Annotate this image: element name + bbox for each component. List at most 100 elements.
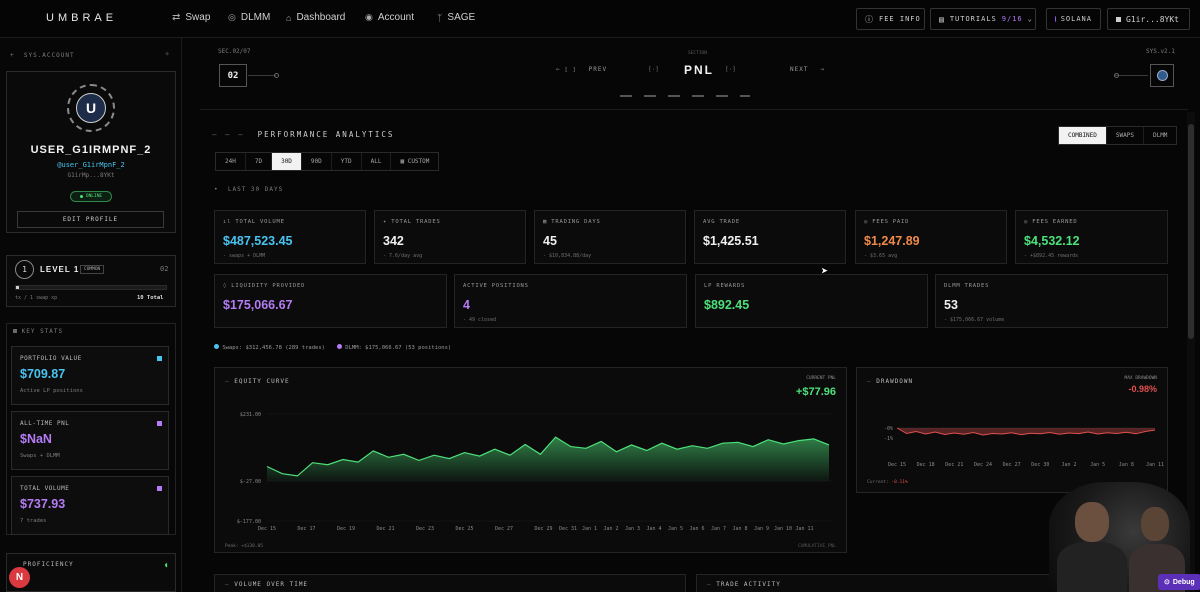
prev-button[interactable]: ⇐[ ] PREV: [556, 66, 607, 73]
notification-avatar[interactable]: N: [9, 567, 30, 588]
kpi-value: 45: [543, 234, 557, 248]
drawdown-chart-svg[interactable]: -0% -1% Dec 15 Dec 18 Dec 21 Dec 24 Dec 27 Dec …: [857, 368, 1169, 494]
mode-dlmm-tab[interactable]: DLMM: [1144, 127, 1176, 144]
system-badge[interactable]: [1150, 64, 1174, 87]
network-label: SOLANA: [1060, 15, 1092, 23]
nav-swap-label: Swap: [185, 12, 211, 23]
kpi-sub-text: $175,066.67 volume: [950, 317, 1005, 323]
x-tick-label: Dec 21: [945, 462, 963, 468]
network-button[interactable]: SOLANA: [1046, 8, 1101, 30]
range-all[interactable]: ALL: [362, 153, 392, 170]
tutorials-button[interactable]: ▤ TUTORIALS 9/16 ⌄: [930, 8, 1036, 30]
kpi-lp-rewards: LP REWARDS $892.45: [695, 274, 928, 328]
fee-info-label: FEE INFO: [879, 15, 921, 23]
stat-indicator: [157, 356, 162, 361]
scrollbar-thumb[interactable]: [1188, 124, 1194, 339]
user-handle[interactable]: @user_G1irMpnF_2: [7, 161, 175, 169]
x-tick-label: Jan 11: [795, 526, 813, 532]
x-tick-label: Dec 15: [258, 526, 276, 532]
kpi-liquidity-provided: ◊ LIQUIDITY PROVIDED $175,066.67: [214, 274, 447, 328]
proficiency-section[interactable]: PROFICIENCY ◖: [6, 553, 176, 592]
kpi-value: $175,066.67: [223, 298, 293, 312]
debug-label: Debug: [1172, 578, 1195, 586]
mode-combined-tab[interactable]: COMBINED: [1059, 127, 1107, 144]
section-code: SEC.02/07: [218, 48, 251, 55]
range-ytd[interactable]: YTD: [332, 153, 362, 170]
level-right: 02: [160, 265, 169, 273]
coin-icon: ◎: [1024, 219, 1029, 225]
range-24h[interactable]: 24H: [216, 153, 246, 170]
nav-sage[interactable]: ᛉ SAGE: [437, 12, 475, 23]
nav-swap[interactable]: ⇄ Swap: [172, 12, 210, 23]
x-tick-label: Jan 7: [711, 526, 726, 532]
kpi-label: LIQUIDITY PROVIDED: [231, 283, 306, 289]
nav-dlmm[interactable]: ◎ DLMM: [228, 12, 270, 23]
app-logo[interactable]: UMBRAE: [46, 12, 117, 24]
xp-total: 10 Total: [137, 295, 164, 301]
period-label: LAST 30 DAYS: [227, 186, 284, 193]
nav-account[interactable]: ◉ Account: [365, 12, 414, 23]
kpi-sub: - $175,066.67 volume: [944, 317, 1005, 323]
username: USER_G1IRMPNF_2: [30, 144, 152, 156]
level-badge: COMMON: [80, 265, 105, 274]
profile-card: U USER_G1IRMPNF_2 @user_G1irMpnF_2 G1irM…: [6, 71, 176, 233]
legend-item-dlmm: DLMM: $175,066.67 (53 positions): [336, 344, 451, 351]
range-90d[interactable]: 90D: [302, 153, 332, 170]
level-label: LEVEL 1: [40, 265, 80, 274]
x-tick-label: Jan 4: [646, 526, 661, 532]
kpi-sub: - 7.6/day avg: [383, 253, 423, 259]
info-icon: ⓘ: [865, 14, 874, 24]
tutorials-count: 9/16: [1001, 15, 1023, 23]
wallet-dot-icon: [1116, 16, 1121, 22]
tutorials-label: TUTORIALS: [949, 15, 997, 23]
wallet-address: G1ir...8YKt: [1126, 14, 1179, 24]
edit-profile-button[interactable]: EDIT PROFILE: [17, 211, 164, 228]
range-custom[interactable]: ▦ CUSTOM: [391, 153, 438, 170]
x-tick-label: Dec 18: [917, 462, 935, 468]
drawdown-panel: — DRAWDOWN MAX DRAWDOWN -0.98% -0% -1% Dec…: [856, 367, 1168, 493]
level-number: 1: [15, 260, 34, 279]
legend-dot-icon: [214, 344, 219, 349]
kpi-sub-text: $3.65 avg: [870, 253, 898, 259]
custom-label: CUSTOM: [407, 158, 430, 165]
key-stats-title: KEY STATS: [13, 328, 63, 335]
nav-sage-label: SAGE: [447, 12, 476, 23]
avatar-letter: U: [76, 93, 106, 123]
equity-chart-svg[interactable]: $231.00 $-27.00 $-177.00Dec 15 Dec 17 Dec 19…: [215, 368, 848, 554]
calendar-icon: ▦: [400, 158, 405, 165]
nav-dashboard-label: Dashboard: [296, 12, 346, 23]
next-label: NEXT: [790, 66, 809, 73]
sidebar-section-label: + SYS.ACCOUNT: [10, 52, 75, 59]
fee-info-button[interactable]: ⓘ FEE INFO: [856, 8, 925, 30]
mode-swaps-tab[interactable]: SWAPS: [1107, 127, 1144, 144]
section-header: SEC.02/07 02 SECTION ⇐[ ] PREV ⁅·⁆ PNL ⁅·…: [200, 44, 1188, 110]
kpi-value: $1,425.51: [703, 234, 759, 248]
stat-indicator: [157, 486, 162, 491]
x-tick-label: Jan 1: [582, 526, 597, 532]
dashed-box-icon: ⁅·⁆: [648, 66, 659, 73]
kpi-sub-text: $10,834.88/day: [549, 253, 592, 259]
kpi-sub-text: swaps + DLMM: [229, 253, 266, 259]
debug-button[interactable]: ⊙ Debug: [1158, 574, 1200, 590]
swap-arrows-icon: ⇄: [172, 12, 181, 23]
next-button[interactable]: NEXT ⇒: [790, 66, 825, 73]
avatar[interactable]: U: [67, 84, 115, 132]
book-icon: ▤: [939, 14, 945, 24]
stat-indicator: [157, 421, 162, 426]
equity-curve-panel: — EQUITY CURVE CURRENT PNL +$77.96 $231.…: [214, 367, 847, 553]
system-globe-icon: [1156, 70, 1168, 81]
x-tick-label: Dec 21: [376, 526, 394, 532]
range-30d[interactable]: 30D: [272, 153, 302, 170]
nav-dashboard[interactable]: ⌂ Dashboard: [286, 12, 345, 23]
x-tick-label: Dec 17: [297, 526, 315, 532]
nav-dlmm-label: DLMM: [240, 12, 271, 23]
stat-card-pnl: ALL-TIME PNL $NaN Swaps + DLMM: [11, 411, 169, 470]
stat-label: PORTFOLIO VALUE: [20, 355, 82, 362]
dash-icon: —: [225, 581, 230, 588]
x-tick-label: Jan 8: [1119, 462, 1134, 468]
wallet-button[interactable]: G1ir...8YKt: [1107, 8, 1190, 30]
plus-icon: +: [165, 50, 170, 58]
kpi-label: AVG TRADE: [703, 219, 741, 225]
range-7d[interactable]: 7D: [246, 153, 273, 170]
x-tick-label: Dec 25: [455, 526, 473, 532]
